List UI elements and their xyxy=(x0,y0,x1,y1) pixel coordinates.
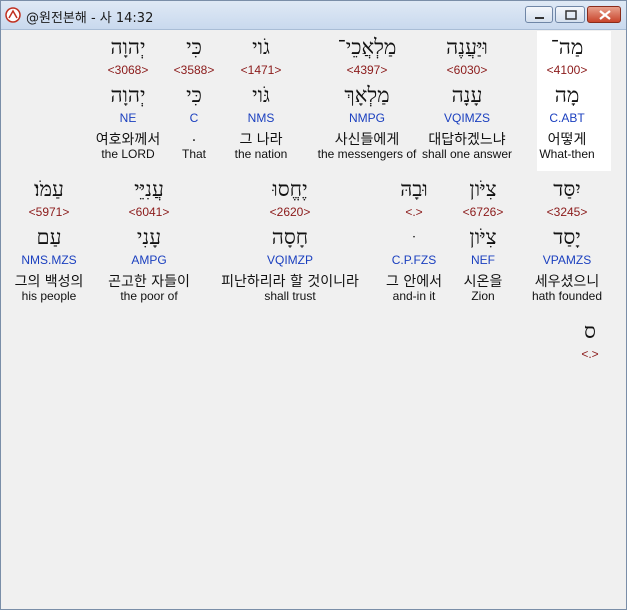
word-heb-lemma: מָה xyxy=(554,83,580,107)
word-kor: 사신들에게 xyxy=(334,132,400,148)
word-kor: 그의 백성의 xyxy=(14,274,84,290)
word-eng: the LORD xyxy=(101,147,155,161)
word-strong: <2620> xyxy=(269,205,311,219)
word-kor: 어떻게 xyxy=(547,132,587,148)
maximize-icon xyxy=(565,10,577,20)
word-parse: NEF xyxy=(471,253,495,267)
word-heb-lemma: יְהוָה xyxy=(110,83,146,107)
word-heb: עַמֹּו׃ xyxy=(34,177,64,201)
word-parse: VQIMZP xyxy=(266,253,314,267)
word-heb-lemma: צִיֹּון xyxy=(469,225,497,249)
app-window: @원전본해 - 사 14:32 מַה־ <4100> מָה C.ABT 어떻게 Wha… xyxy=(0,0,627,610)
word-kor: 피난하리라 할 것이니라 xyxy=(221,274,359,290)
word-heb: מַה־ xyxy=(550,35,584,59)
word-strong: <1471> xyxy=(240,63,282,77)
word-strong: <6030> xyxy=(446,63,488,77)
word-heb-lemma: יָסַד xyxy=(553,225,581,249)
word-strong: <4100> xyxy=(546,63,588,77)
word-parse: AMPG xyxy=(131,253,167,267)
word-kor: 그 나라 xyxy=(239,132,283,148)
word-eng: the messengers of xyxy=(317,147,417,161)
word-eng: the poor of xyxy=(120,289,178,303)
word-heb-lemma: עַם xyxy=(36,225,62,249)
word-strong: <4397> xyxy=(346,63,388,77)
word-heb: וּיַּעֲנֶה xyxy=(446,35,488,59)
word-heb: יְהוָה xyxy=(110,35,146,59)
word-strong: <6726> xyxy=(462,205,504,219)
word-parse: C xyxy=(189,111,199,125)
word-heb: עֲנִיֵּי xyxy=(134,177,164,201)
word-heb-lemma: עָנָה xyxy=(451,83,483,107)
word-kor: 그 안에서 xyxy=(386,274,442,290)
word-eng: shall one answer xyxy=(421,147,513,161)
word-parse: VQIMZS xyxy=(443,111,491,125)
word-eng: hath founded xyxy=(531,289,603,303)
word-eng: shall trust xyxy=(264,289,316,303)
app-logo-icon xyxy=(5,7,21,23)
word-parse: NE xyxy=(119,111,137,125)
word-heb: גֹוי xyxy=(252,35,270,59)
word-parse: C.P.FZS xyxy=(391,253,437,267)
maximize-button[interactable] xyxy=(555,6,585,23)
word-heb: כִּי xyxy=(186,35,202,59)
close-button[interactable] xyxy=(587,6,621,23)
word-kor: . xyxy=(191,129,197,145)
word-eng: his people xyxy=(21,289,77,303)
close-icon xyxy=(599,10,611,20)
word-eng: What-then xyxy=(539,147,595,161)
minimize-icon xyxy=(535,17,544,19)
word-eng: That xyxy=(181,147,207,161)
word-heb: וּבָהּ xyxy=(400,177,428,201)
word-heb-lemma: גֹּוי xyxy=(252,83,270,107)
word-kor: 곤고한 자들이 xyxy=(108,274,190,290)
word-heb: יֶחֱסוּ xyxy=(272,177,308,201)
word-strong: <3588> xyxy=(173,63,215,77)
word-eng: and-in it xyxy=(392,289,436,303)
word-parse: C.ABT xyxy=(549,111,585,125)
word-parse: NMS.MZS xyxy=(21,253,77,267)
word-strong: <6041> xyxy=(128,205,170,219)
word-heb-lemma: כִּי xyxy=(186,83,202,107)
word-kor: 시온을 xyxy=(463,274,503,290)
word-heb: צִיֹּון xyxy=(469,177,497,201)
word-eng: the nation xyxy=(234,147,288,161)
interlinear-panel: מַה־ <4100> מָה C.ABT 어떻게 What-then וּיַּעֲנֶה… xyxy=(8,31,618,604)
title-bar[interactable]: @원전본해 - 사 14:32 xyxy=(1,1,626,30)
word-strong: <3245> xyxy=(546,205,588,219)
word-kor: 대답하겠느냐 xyxy=(428,132,506,148)
word-heb-lemma: חָסָה xyxy=(271,225,309,249)
word-parse: NMPG xyxy=(349,111,385,125)
word-kor: 여호와께서 xyxy=(95,132,161,148)
word-parse: VPAMZS xyxy=(542,253,592,267)
word-parse: NMS xyxy=(247,111,275,125)
word-eng: Zion xyxy=(471,289,495,303)
window-title: @원전본해 - 사 14:32 xyxy=(26,11,154,26)
minimize-button[interactable] xyxy=(525,6,553,23)
word-kor: 세우셨으니 xyxy=(534,274,600,290)
word-heb: ס xyxy=(584,319,596,343)
word-heb: יִסַּד xyxy=(553,177,581,201)
word-heb: מַלְאֲכֵי־ xyxy=(337,35,397,59)
word-heb-lemma: מַלְאָךְ xyxy=(344,83,390,107)
word-strong: <.> xyxy=(405,205,423,219)
word-heb-lemma: עָנִי xyxy=(136,225,162,249)
word-strong: <.> xyxy=(581,347,599,361)
word-strong: <5971> xyxy=(28,205,70,219)
word-strong: <3068> xyxy=(107,63,149,77)
